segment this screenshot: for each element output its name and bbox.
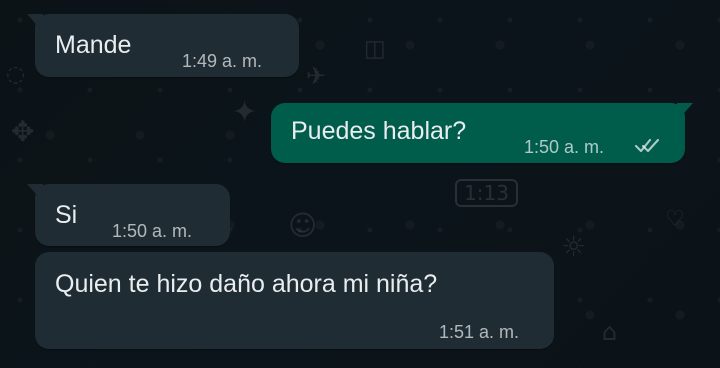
- message-timestamp: 1:51 a. m.: [439, 322, 520, 342]
- message-timestamp: 1:50 a. m.: [112, 221, 193, 241]
- message-bubble-si: Si 1:50 a. m.: [27, 184, 230, 246]
- message-timestamp: 1:49 a. m.: [182, 51, 263, 71]
- doodle-basket-icon: ⌂: [602, 318, 618, 346]
- doodle-camera-icon: ◫: [364, 36, 386, 62]
- message-bubble-quien-te-hizo-dano: Quien te hizo daño ahora mi niña? 1:51 a…: [35, 252, 554, 349]
- doodle-heart-icon: ♡: [665, 207, 685, 232]
- message-text: Mande: [55, 31, 132, 59]
- doodle-smile-icon: ☺: [288, 209, 318, 242]
- message-bubble-mande: Mande 1:49 a. m.: [27, 14, 299, 77]
- doodle-tree-icon: ✥: [11, 115, 35, 148]
- message-text: Quien te hizo daño ahora mi niña?: [55, 270, 438, 298]
- doodle-clock-icon: 1:13: [455, 179, 518, 207]
- message-bubble-puedes-hablar: Puedes hablar? 1:50 a. m.: [271, 103, 693, 163]
- doodle-plane-icon: ✈: [306, 62, 327, 90]
- doodle-sun-icon: ☼: [561, 230, 587, 263]
- doodle-circle-icon: ◌: [6, 62, 26, 87]
- message-text: Puedes hablar?: [291, 117, 467, 145]
- doodle-star-icon: ✦: [232, 95, 258, 130]
- message-text: Si: [55, 201, 78, 229]
- message-timestamp: 1:50 a. m.: [524, 137, 605, 157]
- double-check-icon: [634, 138, 660, 153]
